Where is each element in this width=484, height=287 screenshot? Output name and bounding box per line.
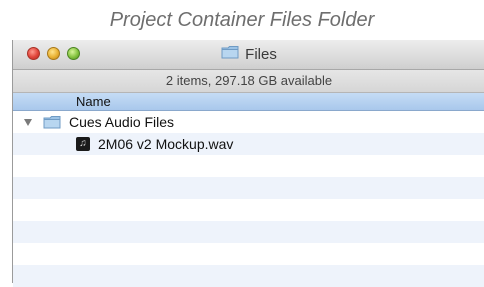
empty-row bbox=[13, 221, 484, 243]
list-item[interactable]: Cues Audio Files bbox=[13, 111, 484, 133]
window-title: Files bbox=[245, 46, 277, 63]
title-bar[interactable]: Files bbox=[13, 40, 484, 70]
window-title-group: Files bbox=[13, 40, 484, 69]
empty-row bbox=[13, 155, 484, 177]
list-item[interactable]: ♫ 2M06 v2 Mockup.wav bbox=[13, 133, 484, 155]
empty-row bbox=[13, 177, 484, 199]
list-item-label: 2M06 v2 Mockup.wav bbox=[98, 136, 234, 152]
finder-window: Files 2 items, 297.18 GB available Name … bbox=[12, 40, 484, 287]
caption: Project Container Files Folder bbox=[109, 9, 375, 31]
audio-file-icon: ♫ bbox=[76, 137, 90, 151]
file-list: Cues Audio Files ♫ 2M06 v2 Mockup.wav bbox=[13, 111, 484, 287]
empty-row bbox=[13, 243, 484, 265]
folder-icon bbox=[221, 45, 239, 64]
column-header-name[interactable]: Name bbox=[13, 93, 484, 111]
disclosure-triangle-icon[interactable] bbox=[24, 118, 32, 126]
empty-row bbox=[13, 265, 484, 287]
empty-row bbox=[13, 199, 484, 221]
status-bar: 2 items, 297.18 GB available bbox=[13, 70, 484, 93]
list-item-label: Cues Audio Files bbox=[69, 114, 175, 130]
folder-icon bbox=[43, 115, 61, 129]
